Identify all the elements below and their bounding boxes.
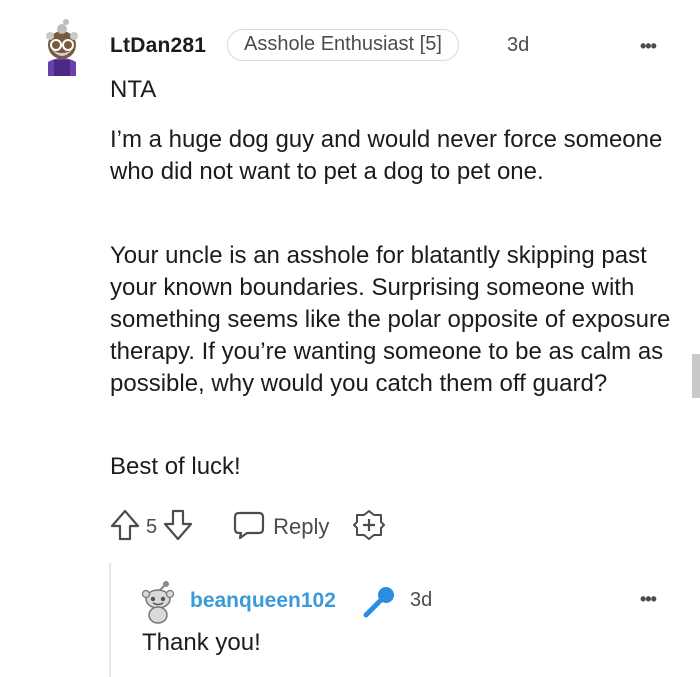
comment-paragraph: Best of luck! <box>110 453 241 480</box>
thread-line[interactable] <box>109 563 111 677</box>
award-plus-icon <box>353 509 386 546</box>
username[interactable]: LtDan281 <box>110 34 206 58</box>
timestamp[interactable]: 3d <box>507 34 529 57</box>
user-flair: Asshole Enthusiast [5] <box>227 29 459 61</box>
microphone-icon <box>362 585 396 624</box>
reply-timestamp[interactable]: 3d <box>410 589 432 612</box>
vote-count: 5 <box>146 515 158 538</box>
more-options-button[interactable]: ••• <box>640 36 657 57</box>
reply-avatar[interactable] <box>140 580 176 624</box>
comment-action-bar: 5 Reply <box>110 509 386 546</box>
arrow-up-icon[interactable] <box>110 509 140 546</box>
reply-username[interactable]: beanqueen102 <box>190 589 336 613</box>
arrow-down-icon[interactable] <box>163 509 193 546</box>
reply-button[interactable]: Reply <box>233 510 329 545</box>
scrollbar[interactable] <box>692 354 700 398</box>
comment-paragraph: I’m a huge dog guy and would never force… <box>110 126 663 185</box>
comment-paragraph: Your uncle is an asshole for blatantly s… <box>110 242 671 397</box>
reply-label: Reply <box>273 514 330 539</box>
vote-group: 5 <box>110 509 193 546</box>
reply-more-options-button[interactable]: ••• <box>640 589 657 610</box>
comment-paragraph: NTA <box>110 76 157 103</box>
reply-text: Thank you! <box>142 629 261 656</box>
avatar[interactable] <box>38 18 86 76</box>
award-button[interactable] <box>353 509 386 546</box>
speech-bubble-icon <box>233 510 265 545</box>
